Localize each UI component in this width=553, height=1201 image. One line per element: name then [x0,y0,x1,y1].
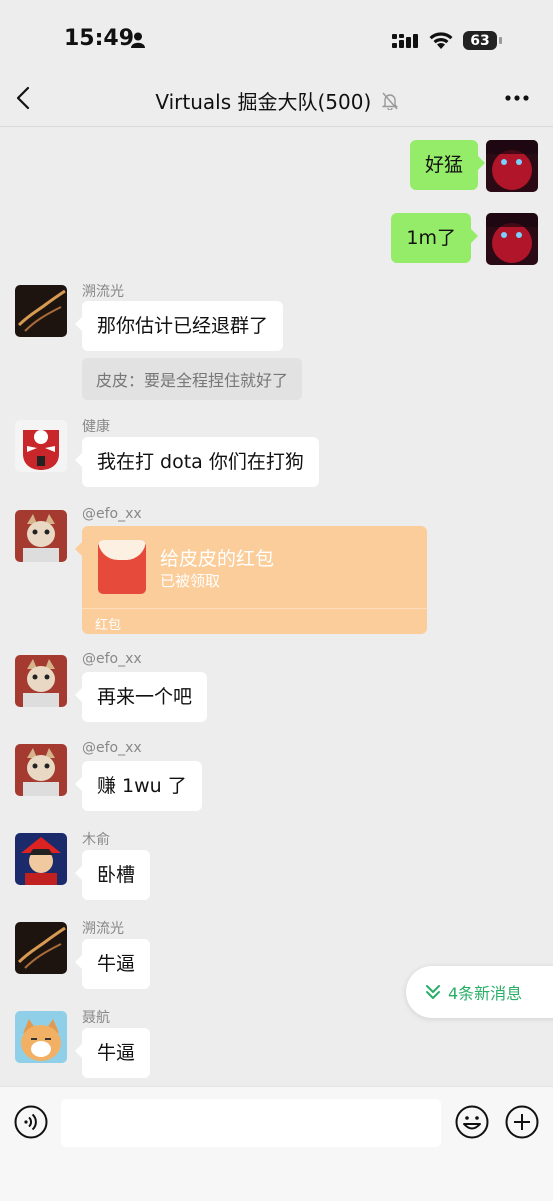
avatar[interactable] [15,1011,67,1063]
sender-name: @efo_xx [82,651,142,667]
battery-indicator: 63 [463,31,497,50]
avatar[interactable] [15,420,67,472]
message-bubble[interactable]: 那你估计已经退群了 [74,301,284,351]
sender-name: 木俞 [82,832,110,848]
message-text: 再来一个吧 [97,686,193,708]
avatar[interactable] [15,922,67,974]
more-icon[interactable] [504,94,530,102]
avatar[interactable] [15,285,67,337]
red-packet-title: 给皮皮的红包 [160,548,275,570]
message-text: 卧槽 [97,864,136,886]
message-text: 赚 1wu 了 [97,775,187,797]
wifi-icon [429,32,453,49]
avatar[interactable] [15,833,67,885]
status-time: 15:49 [64,26,135,51]
cellular-signal-icon [392,34,418,48]
red-packet-card[interactable]: 给皮皮的红包 已被领取 红包 [75,526,427,634]
quote-text: 皮皮：要是全程捏住就好了 [96,371,289,390]
emoji-icon[interactable] [455,1105,489,1139]
message-text: 1m了 [406,227,456,249]
message-bubble[interactable]: 我在打 dota 你们在打狗 [75,437,319,487]
new-messages-label: 4条新消息 [448,984,523,1003]
battery-level: 63 [470,32,490,49]
message-input[interactable] [61,1099,441,1147]
message-bubble[interactable]: 再来一个吧 [74,672,208,722]
plus-icon[interactable] [505,1105,539,1139]
sender-name: @efo_xx [82,506,142,522]
avatar[interactable] [486,213,538,265]
person-icon [131,32,145,48]
message-text: 牛逼 [97,953,136,975]
message-bubble[interactable]: 1m了 [391,213,478,263]
avatar[interactable] [486,140,538,192]
sender-name: 聂航 [82,1010,110,1026]
message-text: 我在打 dota 你们在打狗 [97,451,304,473]
chat-title: Virtuals 掘金大队(500) [0,86,553,115]
red-packet-status: 已被领取 [160,572,221,590]
message-bubble[interactable]: 牛逼 [74,939,151,989]
message-text: 牛逼 [97,1042,136,1064]
sender-name: 健康 [82,419,110,435]
red-envelope-icon [98,540,146,594]
message-bubble[interactable]: 卧槽 [74,850,151,900]
new-messages-button[interactable]: 4条新消息 [406,966,553,1018]
battery-tip [499,37,502,44]
chat-title-text: Virtuals 掘金大队(500) [155,90,372,114]
sender-name: 溯流光 [82,921,124,937]
nav-bar: Virtuals 掘金大队(500) [0,70,553,126]
message-bubble[interactable]: 赚 1wu 了 [75,761,202,811]
chevron-down-double-icon [426,985,440,999]
message-text: 那你估计已经退群了 [97,315,269,337]
nav-divider [0,126,553,127]
input-bar [0,1086,553,1201]
message-bubble[interactable]: 牛逼 [74,1028,151,1078]
avatar[interactable] [15,655,67,707]
status-bar: 15:49 63 [0,0,553,80]
avatar[interactable] [15,744,67,796]
mute-icon [381,92,398,110]
red-packet-divider [82,608,427,609]
red-packet-label: 红包 [95,618,122,633]
message-bubble[interactable]: 好猛 [409,140,486,190]
quoted-reply[interactable]: 皮皮：要是全程捏住就好了 [82,358,303,400]
voice-icon[interactable] [14,1105,48,1139]
sender-name: @efo_xx [82,740,142,756]
avatar[interactable] [15,510,67,562]
sender-name: 溯流光 [82,284,124,300]
message-text: 好猛 [424,154,463,176]
